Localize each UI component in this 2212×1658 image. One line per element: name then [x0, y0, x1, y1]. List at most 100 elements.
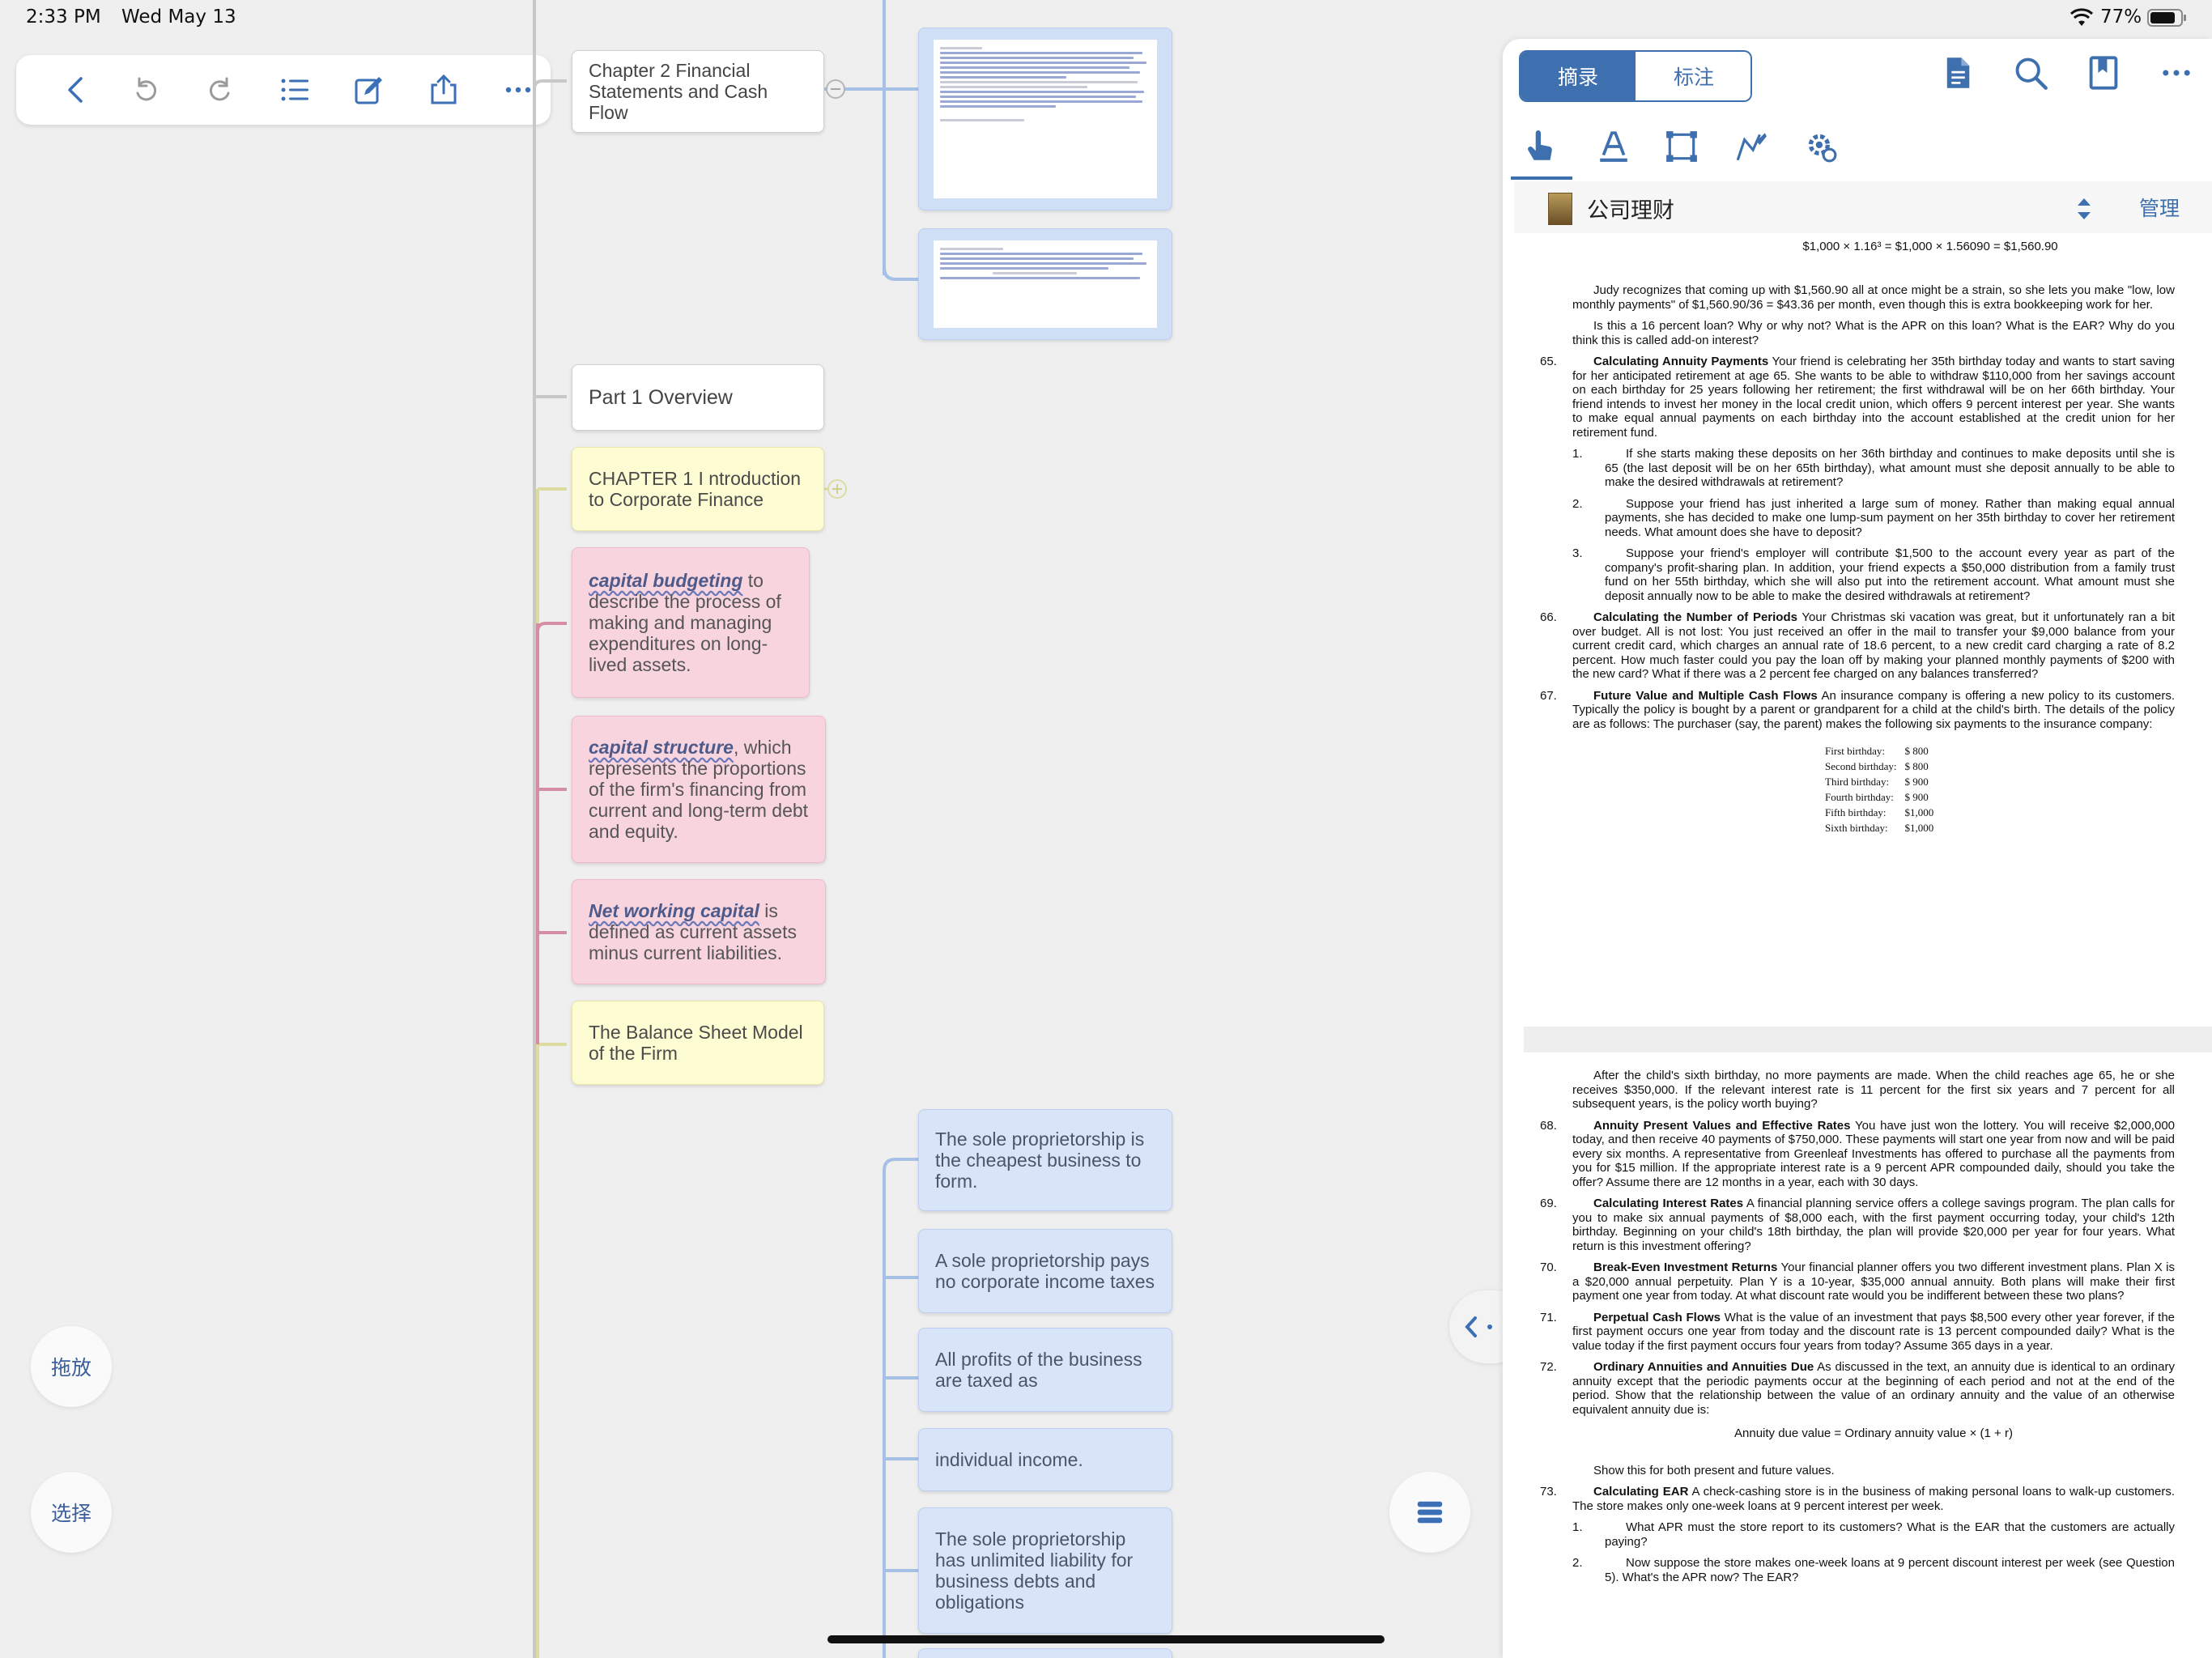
node-sole-income[interactable]: individual income. [918, 1428, 1172, 1491]
question-70: 70. Break-Even Investment Returns Your fi… [1540, 1261, 2175, 1303]
sub-question-text: Suppose your friend has just inherited a… [1605, 496, 2175, 539]
payment-cell: Third birthday: [1825, 776, 1890, 788]
drag-button[interactable]: 拖放 [31, 1326, 112, 1407]
payment-cell: Fourth birthday: [1825, 791, 1894, 803]
keyword-capital-structure: capital structure [589, 737, 734, 758]
payment-row: Third birthday: $ 900 [1825, 775, 1940, 789]
question-66: 66. Calculating the Number of Periods You… [1540, 610, 2175, 682]
segment-control: 摘录 标注 [1519, 50, 1752, 102]
node-sole-liability[interactable]: The sole proprietorship has unlimited li… [918, 1507, 1172, 1634]
sub-question-text: Now suppose the store makes one-week loa… [1605, 1556, 2175, 1584]
payment-cell: Second birthday: [1825, 760, 1897, 772]
node-chapter2[interactable]: Chapter 2 Financial Statements and Cash … [572, 50, 824, 133]
excerpt-page-preview [934, 240, 1157, 328]
question-title: Future Value and Multiple Cash Flows [1593, 688, 1818, 703]
question-title: Ordinary Annuities and Annuities Due [1593, 1360, 1814, 1374]
node-chapter2-text: Chapter 2 Financial Statements and Cash … [589, 60, 768, 123]
pdf-text-block-2: After the child's sixth birthday, no mor… [1540, 1069, 2175, 1592]
payment-row: Sixth birthday: $1,000 [1825, 821, 1940, 835]
select-button[interactable]: 选择 [31, 1472, 112, 1553]
node-capital-budgeting[interactable]: capital budgeting to describe the proces… [572, 547, 810, 698]
node-blue-partial[interactable] [918, 1648, 1172, 1658]
keyword-net-working-capital: Net working capital [589, 900, 759, 921]
pdf-excerpt-thumbnail-equity[interactable] [918, 228, 1172, 340]
payment-row: Fifth birthday: $1,000 [1825, 806, 1940, 819]
payment-cell: $ 900 [1904, 776, 1929, 788]
wifi-icon [2069, 8, 2094, 28]
question-65: 65. Calculating Annuity Payments Your fri… [1540, 355, 2175, 440]
question-68: 68. Annuity Present Values and Effective … [1540, 1119, 2175, 1190]
sort-updown-icon[interactable] [2069, 194, 2099, 223]
more-icon[interactable] [2159, 55, 2197, 94]
question-number: 70. [1540, 1261, 1557, 1274]
manage-button[interactable]: 管理 [2139, 193, 2180, 222]
paragraph: Judy recognizes that coming up with $1,5… [1572, 283, 2175, 312]
node-balance-sheet-text: The Balance Sheet Model of the Firm [589, 1022, 803, 1064]
question-title: Calculating Interest Rates [1593, 1197, 1744, 1210]
text-highlight-icon[interactable] [1597, 130, 1632, 165]
sub-question: 2. Now suppose the store makes one-week l… [1572, 1556, 2175, 1584]
payment-cell: $ 900 [1904, 791, 1929, 803]
payment-cell: First birthday: [1825, 745, 1886, 757]
node-part1-text: Part 1 Overview [589, 386, 733, 409]
question-number: 65. [1540, 355, 1557, 368]
paragraph: After the child's sixth birthday, no mor… [1572, 1069, 2175, 1111]
pdf-reader-panel: 摘录 标注 公司理财 管理 $1,000 × 1.16³ = $1,000 × … [1503, 39, 2212, 1658]
page-gap [1524, 1027, 2212, 1052]
node-sole5-text: The sole proprietorship has unlimited li… [935, 1528, 1134, 1613]
question-number: 69. [1540, 1197, 1557, 1210]
question-number: 71. [1540, 1310, 1557, 1324]
payment-cell: $1,000 [1904, 822, 1934, 834]
tab-annotate[interactable]: 标注 [1636, 52, 1750, 100]
sub-question: 1. If she starts making these deposits on… [1572, 447, 2175, 489]
stack-icon [1417, 1501, 1443, 1524]
node-part1-overview[interactable]: Part 1 Overview [572, 364, 824, 431]
question-67: 67. Future Value and Multiple Cash Flows … [1540, 689, 2175, 732]
sub-question: 3. Suppose your friend's employer will co… [1572, 546, 2175, 603]
node-sole1-text: The sole proprietorship is the cheapest … [935, 1129, 1145, 1192]
node-sole-profits[interactable]: All profits of the business are taxed as [918, 1328, 1172, 1412]
node-sole-no-tax[interactable]: A sole proprietorship pays no corporate … [918, 1229, 1172, 1313]
node-sole-cheapest[interactable]: The sole proprietorship is the cheapest … [918, 1109, 1172, 1211]
question-number: 73. [1540, 1485, 1557, 1499]
question-title: Annuity Present Values and Effective Rat… [1593, 1118, 1851, 1133]
document-icon[interactable] [1940, 55, 1979, 94]
payment-cell: $ 800 [1904, 745, 1929, 757]
payment-row: First birthday: $ 800 [1825, 744, 1940, 758]
formula-line: $1,000 × 1.16³ = $1,000 × 1.56090 = $1,5… [1802, 240, 2058, 253]
sub-question: 1. What APR must the store report to its … [1572, 1520, 2175, 1549]
pdf-excerpt-thumbnail-liquidity[interactable] [918, 28, 1172, 210]
home-indicator [827, 1635, 1385, 1643]
question-title: Perpetual Cash Flows [1593, 1310, 1721, 1324]
sub-question-text: If she starts making these deposits on h… [1605, 447, 2175, 489]
payment-cell: $1,000 [1904, 806, 1934, 818]
question-title: Break-Even Investment Returns [1593, 1261, 1778, 1274]
hand-pointer-icon[interactable] [1524, 130, 1559, 165]
document-title: 公司理财 [1587, 198, 1674, 223]
active-tool-indicator [1511, 176, 1572, 180]
payment-row: Fourth birthday: $ 900 [1825, 790, 1940, 804]
question-number: 68. [1540, 1118, 1557, 1133]
battery-percent: 77% [2100, 6, 2142, 28]
node-net-working-capital[interactable]: Net working capital is defined as curren… [572, 879, 826, 984]
payments-table: First birthday: $ 800 Second birthday: $ 80… [1823, 742, 1942, 836]
sub-question: 2. Suppose your friend has just inherited… [1572, 496, 2175, 539]
node-sole3-text: All profits of the business are taxed as [935, 1349, 1142, 1391]
node-balance-sheet[interactable]: The Balance Sheet Model of the Firm [572, 1001, 824, 1085]
settings-gear-icon[interactable] [1804, 130, 1840, 165]
sub-question-text: What APR must the store report to its cu… [1605, 1520, 2175, 1549]
freehand-icon[interactable] [1734, 130, 1770, 165]
excerpt-page-preview [934, 40, 1157, 198]
layers-menu-button[interactable] [1389, 1472, 1470, 1553]
question-number: 67. [1540, 688, 1557, 703]
sub-question-text: Suppose your friend's employer will cont… [1605, 546, 2175, 603]
node-capital-structure[interactable]: capital structure, which represents the … [572, 716, 826, 863]
node-chapter1[interactable]: CHAPTER 1 I ntroduction to Corporate Fin… [572, 447, 824, 531]
bookmark-icon[interactable] [2086, 55, 2125, 94]
pdf-text-block-1: Judy recognizes that coming up with $1,5… [1540, 283, 2175, 836]
search-icon[interactable] [2013, 55, 2052, 94]
rectangle-select-icon[interactable] [1665, 130, 1700, 165]
question-number: 72. [1540, 1360, 1557, 1374]
tab-excerpt[interactable]: 摘录 [1521, 52, 1636, 100]
book-cover-thumbnail [1548, 193, 1572, 225]
